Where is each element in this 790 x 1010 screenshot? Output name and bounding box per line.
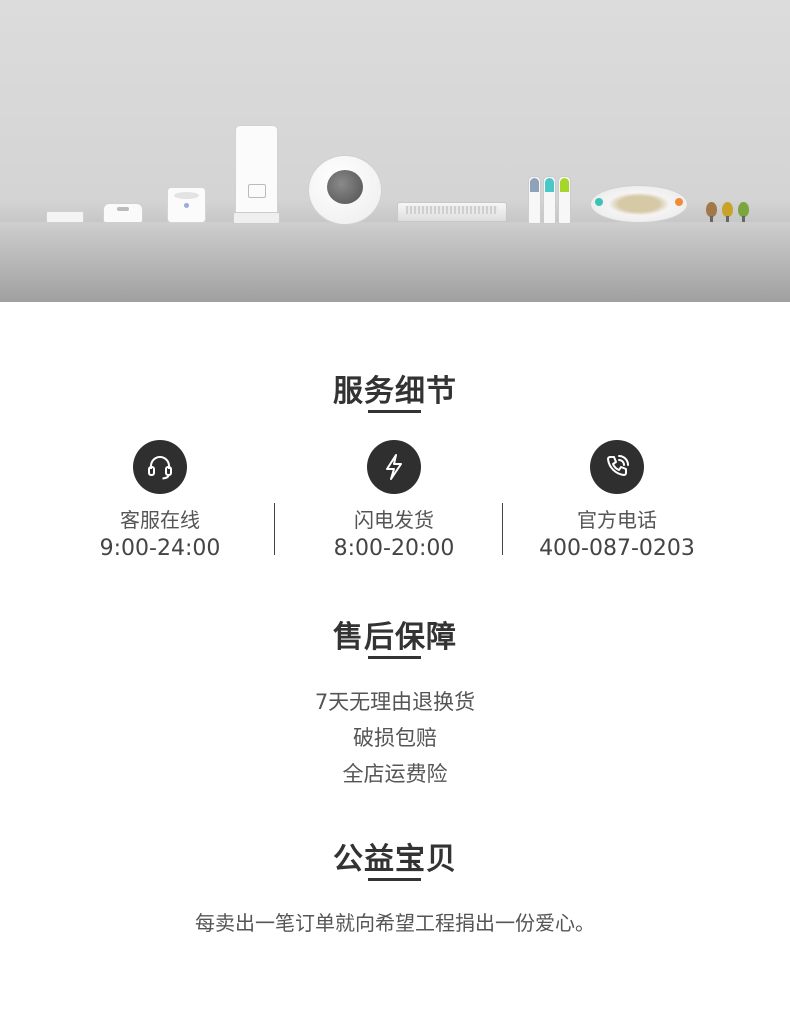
lightning-icon	[367, 440, 421, 494]
divider	[274, 503, 275, 555]
after-sale-item: 全店运费险	[342, 762, 448, 786]
service-hours: 9:00-24:00	[99, 536, 221, 561]
service-item-support: 客服在线 9:00-24:00	[45, 440, 275, 563]
cat-toy-track-icon	[590, 185, 688, 223]
service-label: 闪电发货	[354, 508, 434, 532]
banner-floor	[0, 222, 790, 302]
after-sale-item: 7天无理由退换货	[314, 690, 476, 714]
product-banner	[0, 0, 790, 302]
water-fountain-icon	[167, 187, 206, 223]
after-sale-title: 售后保障	[333, 620, 457, 655]
service-phone-number: 400-087-0203	[539, 536, 695, 561]
travel-bottle-icon	[558, 176, 571, 224]
service-item-phone: 官方电话 400-087-0203	[502, 440, 732, 563]
charity-title-underline	[368, 878, 421, 881]
egg-toy-icon	[706, 202, 717, 222]
phone-icon	[590, 440, 644, 494]
travel-bottle-icon	[543, 176, 556, 224]
service-row: 客服在线 9:00-24:00 闪电发货 8:00-20:00 官方电话 400…	[0, 440, 790, 570]
egg-toy-icon	[722, 202, 733, 222]
headset-icon	[133, 440, 187, 494]
scratch-board-icon	[397, 202, 507, 222]
charity-text: 每卖出一笔订单就向希望工程捐出一份爱心。	[195, 911, 595, 935]
travel-bottle-icon	[528, 176, 541, 224]
auto-feeder-icon	[233, 125, 280, 224]
sensor-icon	[46, 211, 84, 223]
service-title: 服务细节	[333, 374, 457, 409]
service-item-shipping: 闪电发货 8:00-20:00	[279, 440, 509, 563]
after-sale-item: 破损包赔	[353, 726, 437, 750]
round-pet-bed-icon	[308, 155, 382, 225]
after-sale-title-underline	[368, 656, 421, 659]
service-hours: 8:00-20:00	[333, 536, 455, 561]
egg-toy-icon	[738, 202, 749, 222]
mini-feeder-icon	[103, 203, 143, 223]
charity-title: 公益宝贝	[333, 842, 457, 877]
service-label: 官方电话	[577, 508, 657, 532]
service-title-underline	[368, 410, 421, 413]
service-label: 客服在线	[120, 508, 200, 532]
